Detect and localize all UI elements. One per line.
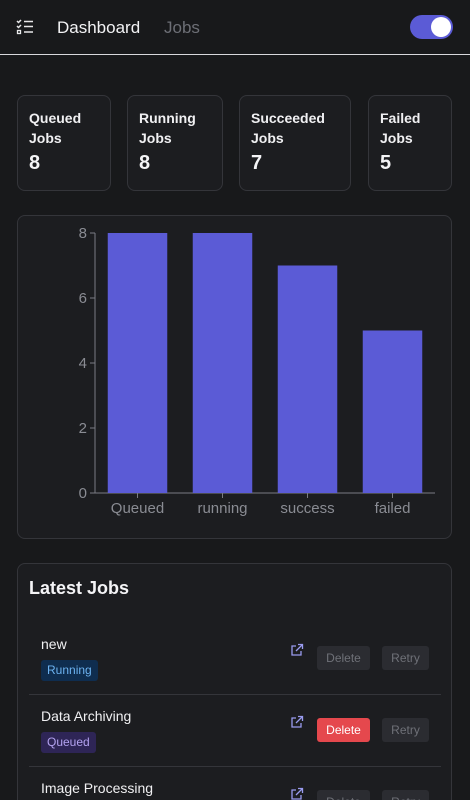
- stat-label: Succeeded Jobs: [251, 110, 325, 146]
- external-link-icon[interactable]: [290, 715, 304, 729]
- delete-button[interactable]: Delete: [317, 790, 370, 800]
- job-name: Image Processing: [41, 780, 154, 796]
- job-name: Data Archiving: [41, 708, 132, 724]
- jobs-chart-card: 0 2 4 6 8 Queued running success failed: [17, 215, 452, 539]
- status-badge: Running: [41, 660, 98, 681]
- retry-button[interactable]: Retry: [382, 646, 429, 670]
- x-tick-label: running: [197, 500, 247, 517]
- status-badge: Queued: [41, 732, 96, 753]
- y-tick-label: 0: [79, 485, 87, 502]
- nav-jobs[interactable]: Jobs: [164, 18, 200, 38]
- y-tick-label: 8: [79, 225, 87, 242]
- job-row: new Running Delete Retry: [29, 623, 441, 695]
- delete-button[interactable]: Delete: [317, 718, 370, 742]
- job-row: Data Archiving Queued Delete Retry: [29, 695, 441, 767]
- app-header: Dashboard Jobs: [0, 0, 470, 55]
- stat-label: Running Jobs: [139, 110, 196, 146]
- stat-value: 8: [29, 152, 41, 174]
- external-link-icon[interactable]: [290, 787, 304, 800]
- stat-card-failed: Failed Jobs 5: [368, 95, 452, 191]
- stat-label: Failed Jobs: [380, 110, 421, 146]
- stat-value: 5: [380, 152, 392, 174]
- y-tick-label: 4: [79, 355, 87, 372]
- jobs-bar-chart: 0 2 4 6 8 Queued running success failed: [79, 225, 435, 517]
- nav-dashboard[interactable]: Dashboard: [57, 18, 140, 38]
- toggle-knob: [431, 17, 451, 37]
- job-name: new: [41, 636, 67, 652]
- chart-bar: [107, 233, 168, 493]
- task-list-icon[interactable]: [16, 18, 34, 36]
- stat-card-queued: Queued Jobs 8: [17, 95, 111, 191]
- y-tick-label: 2: [79, 420, 87, 437]
- y-tick-label: 6: [79, 290, 87, 307]
- external-link-icon[interactable]: [290, 643, 304, 657]
- chart-bar: [277, 265, 338, 493]
- theme-toggle[interactable]: [410, 15, 453, 39]
- latest-jobs-card: Latest Jobs new Running Delete Retry Dat…: [17, 563, 452, 800]
- chart-bar: [192, 233, 253, 493]
- x-tick-label: failed: [375, 500, 411, 517]
- stat-value: 7: [251, 152, 263, 174]
- job-row: Image Processing Delete Retry: [29, 767, 441, 800]
- x-tick-label: success: [280, 500, 334, 517]
- stat-value: 8: [139, 152, 151, 174]
- retry-button[interactable]: Retry: [382, 790, 429, 800]
- delete-button[interactable]: Delete: [317, 646, 370, 670]
- latest-jobs-title: Latest Jobs: [29, 578, 130, 598]
- chart-bar: [362, 330, 423, 493]
- stat-card-succeeded: Succeeded Jobs 7: [239, 95, 351, 191]
- stat-label: Queued Jobs: [29, 110, 82, 146]
- x-tick-label: Queued: [111, 500, 164, 517]
- retry-button[interactable]: Retry: [382, 718, 429, 742]
- stat-card-running: Running Jobs 8: [127, 95, 223, 191]
